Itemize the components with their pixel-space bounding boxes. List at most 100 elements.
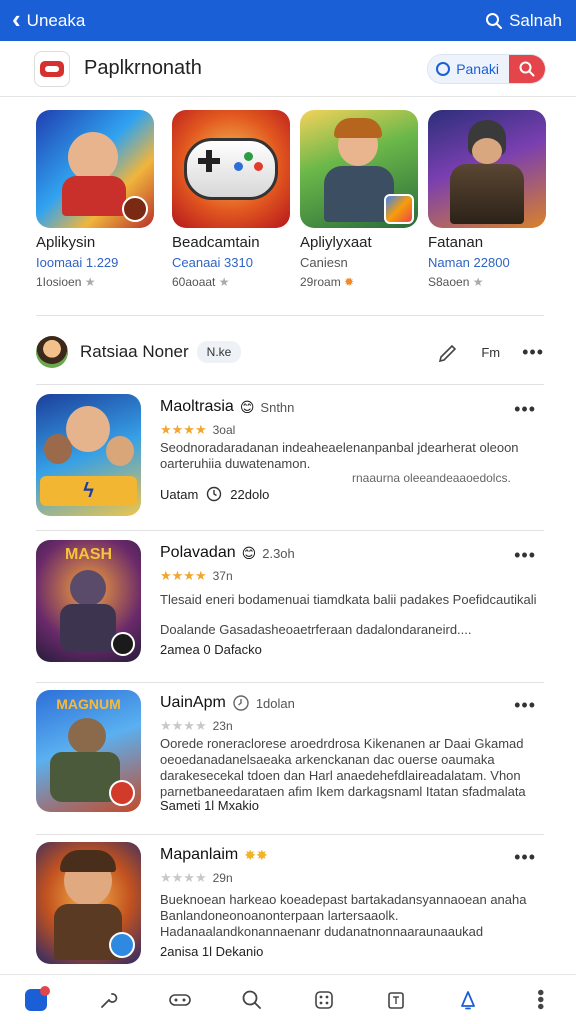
search-button[interactable] bbox=[509, 54, 545, 83]
nav-notifications[interactable] bbox=[450, 982, 486, 1018]
list-item[interactable]: Mapanlaim ✸✸ ••• ★★★★ 29n Bueknoean hark… bbox=[36, 842, 544, 982]
nav-home[interactable] bbox=[18, 982, 54, 1018]
top-app-bar: ‹ Uneaka Salnah bbox=[0, 0, 576, 41]
search-box[interactable]: Panaki bbox=[427, 53, 546, 84]
app-subtitle: Naman 22800 bbox=[428, 255, 510, 270]
rating-count: 23n bbox=[212, 719, 233, 733]
stars-icon: ★★★★ bbox=[160, 718, 207, 733]
rating: ★★★★ 3oal bbox=[160, 422, 235, 438]
search-field-label: Panaki bbox=[456, 60, 499, 77]
app-icon: ϟ bbox=[36, 394, 141, 516]
chevron-left-icon: ‹ bbox=[12, 4, 21, 34]
item-footer: 2anisa 1l Dekanio bbox=[160, 944, 264, 959]
star-icon: ★ bbox=[218, 275, 230, 289]
search-icon bbox=[242, 990, 261, 1009]
item-description: Oorede roneraclorese aroedrdrosa Kikenan… bbox=[160, 736, 526, 799]
more-icon[interactable]: ••• bbox=[514, 400, 536, 418]
featured-app-card[interactable]: Apliylyxaat Caniesn 29roam ✹ bbox=[300, 110, 418, 289]
item-time: 1dolan bbox=[255, 695, 295, 711]
more-icon[interactable]: ••• bbox=[514, 696, 536, 714]
rating: ★★★★ 37n bbox=[160, 568, 233, 584]
nav-more[interactable]: ••• bbox=[522, 982, 558, 1018]
book-icon bbox=[388, 991, 404, 1009]
star-icon: ★ bbox=[472, 275, 484, 289]
page-title: Paplkrnonath bbox=[84, 57, 202, 79]
app-icon bbox=[300, 110, 418, 228]
nav-library[interactable] bbox=[378, 982, 414, 1018]
app-icon bbox=[36, 842, 141, 964]
more-icon[interactable]: ••• bbox=[514, 546, 536, 564]
app-icon bbox=[172, 110, 290, 228]
app-meta: S8aoen ★ bbox=[428, 275, 484, 289]
back-nav[interactable]: ‹ Uneaka bbox=[12, 4, 86, 34]
app-subtitle: Caniesn bbox=[300, 255, 348, 270]
divider bbox=[36, 384, 544, 385]
notification-badge bbox=[40, 985, 50, 996]
stars-icon: ★★★★ bbox=[160, 568, 207, 583]
nav-search[interactable] bbox=[234, 982, 270, 1018]
app-meta: 29roam ✹ bbox=[300, 275, 355, 289]
avatar[interactable] bbox=[36, 336, 68, 368]
rating: ★★★★ 23n bbox=[160, 718, 233, 734]
back-label: Uneaka bbox=[26, 10, 86, 30]
item-title-row: UainApm 1dolan bbox=[160, 694, 295, 712]
item-footer: 2amea 0 Dafacko bbox=[160, 642, 262, 657]
featured-app-card[interactable]: Aplikysin Ioomaai 1.229 1Iosioen ★ bbox=[36, 110, 154, 289]
top-search-label: Salnah bbox=[509, 10, 562, 30]
featured-app-card[interactable]: Fatanan Naman 22800 S8aoen ★ bbox=[428, 110, 546, 289]
section-action[interactable]: Fm bbox=[481, 345, 500, 360]
rating-count: 29n bbox=[212, 871, 233, 885]
section-chip[interactable]: N.ke bbox=[196, 341, 242, 363]
rating: ★★★★ 29n bbox=[160, 870, 233, 886]
app-icon: MAGNUM bbox=[36, 690, 141, 812]
bottom-navigation: ••• bbox=[0, 974, 576, 1024]
bell-icon bbox=[461, 990, 475, 1009]
store-header: Paplkrnonath Panaki bbox=[0, 41, 576, 97]
top-search[interactable]: Salnah bbox=[485, 11, 562, 31]
app-name: Beadcamtain bbox=[172, 234, 260, 251]
wrench-icon bbox=[101, 992, 118, 1008]
rating-count: 3oal bbox=[212, 423, 236, 437]
search-icon bbox=[486, 12, 503, 29]
item-description: Tlesaid eneri bodamenuai tiamdkata balii… bbox=[160, 592, 537, 607]
item-title-row: Polavadan 😊 2.3oh bbox=[160, 544, 295, 562]
clock-icon bbox=[207, 486, 222, 502]
item-title: UainApm bbox=[160, 694, 226, 711]
item-description: Bueknoean harkeao koeadepast bartakadans… bbox=[160, 892, 527, 939]
section-title: Ratsiaa Noner bbox=[80, 342, 189, 361]
nav-games[interactable] bbox=[162, 982, 198, 1018]
item-title: Maoltrasia bbox=[160, 398, 234, 415]
item-description-extra: rnaaurna oleeandeaaoedolcs. bbox=[352, 471, 511, 485]
list-item[interactable]: MASH Polavadan 😊 2.3oh ••• ★★★★ 37n Tles… bbox=[36, 540, 544, 680]
stars-icon: ★★★★ bbox=[160, 422, 207, 437]
list-item[interactable]: ϟ Maoltrasia 😊 Snthn ••• ★★★★ 3oal Seodn… bbox=[36, 394, 544, 534]
more-icon[interactable]: ••• bbox=[514, 848, 536, 866]
item-title: Mapanlaim bbox=[160, 846, 239, 863]
item-footer: Uatam 22dolo bbox=[160, 486, 270, 502]
nav-tools[interactable] bbox=[90, 982, 126, 1018]
star-icon: ★ bbox=[84, 275, 96, 289]
item-description-extra: Doalande Gasadasheoaetrferaan dadalondar… bbox=[160, 622, 472, 637]
item-title-row: Mapanlaim ✸✸ bbox=[160, 846, 268, 864]
app-name: Aplikysin bbox=[36, 234, 96, 251]
more-icon[interactable]: ••• bbox=[522, 343, 544, 361]
app-icon bbox=[428, 110, 546, 228]
app-meta: 60aoaat ★ bbox=[172, 275, 230, 289]
search-icon bbox=[519, 61, 535, 76]
stars-icon: ★★★★ bbox=[160, 870, 207, 885]
flame-icon: ✹ bbox=[344, 275, 355, 289]
item-time: 2.3oh bbox=[262, 545, 295, 561]
nav-apps[interactable] bbox=[306, 982, 342, 1018]
featured-app-card[interactable]: Beadcamtain Ceanaai 3310 60aoaat ★ bbox=[172, 110, 290, 289]
edit-icon[interactable] bbox=[437, 341, 459, 363]
featured-apps: Aplikysin Ioomaai 1.229 1Iosioen ★ Beadc… bbox=[0, 110, 576, 300]
app-name: Apliylyxaat bbox=[300, 234, 372, 251]
list-item[interactable]: MAGNUM UainApm 1dolan ••• ★★★★ 23n Oored… bbox=[36, 690, 544, 830]
sparkle-icon: ✸✸ bbox=[244, 846, 268, 863]
item-time: Snthn bbox=[260, 399, 295, 415]
search-field-icon bbox=[436, 61, 451, 76]
search-field[interactable]: Panaki bbox=[428, 54, 509, 83]
item-footer: Sameti 1l Mxakio bbox=[160, 798, 259, 813]
emoji-icon: 😊 bbox=[239, 398, 255, 415]
divider bbox=[36, 530, 544, 531]
